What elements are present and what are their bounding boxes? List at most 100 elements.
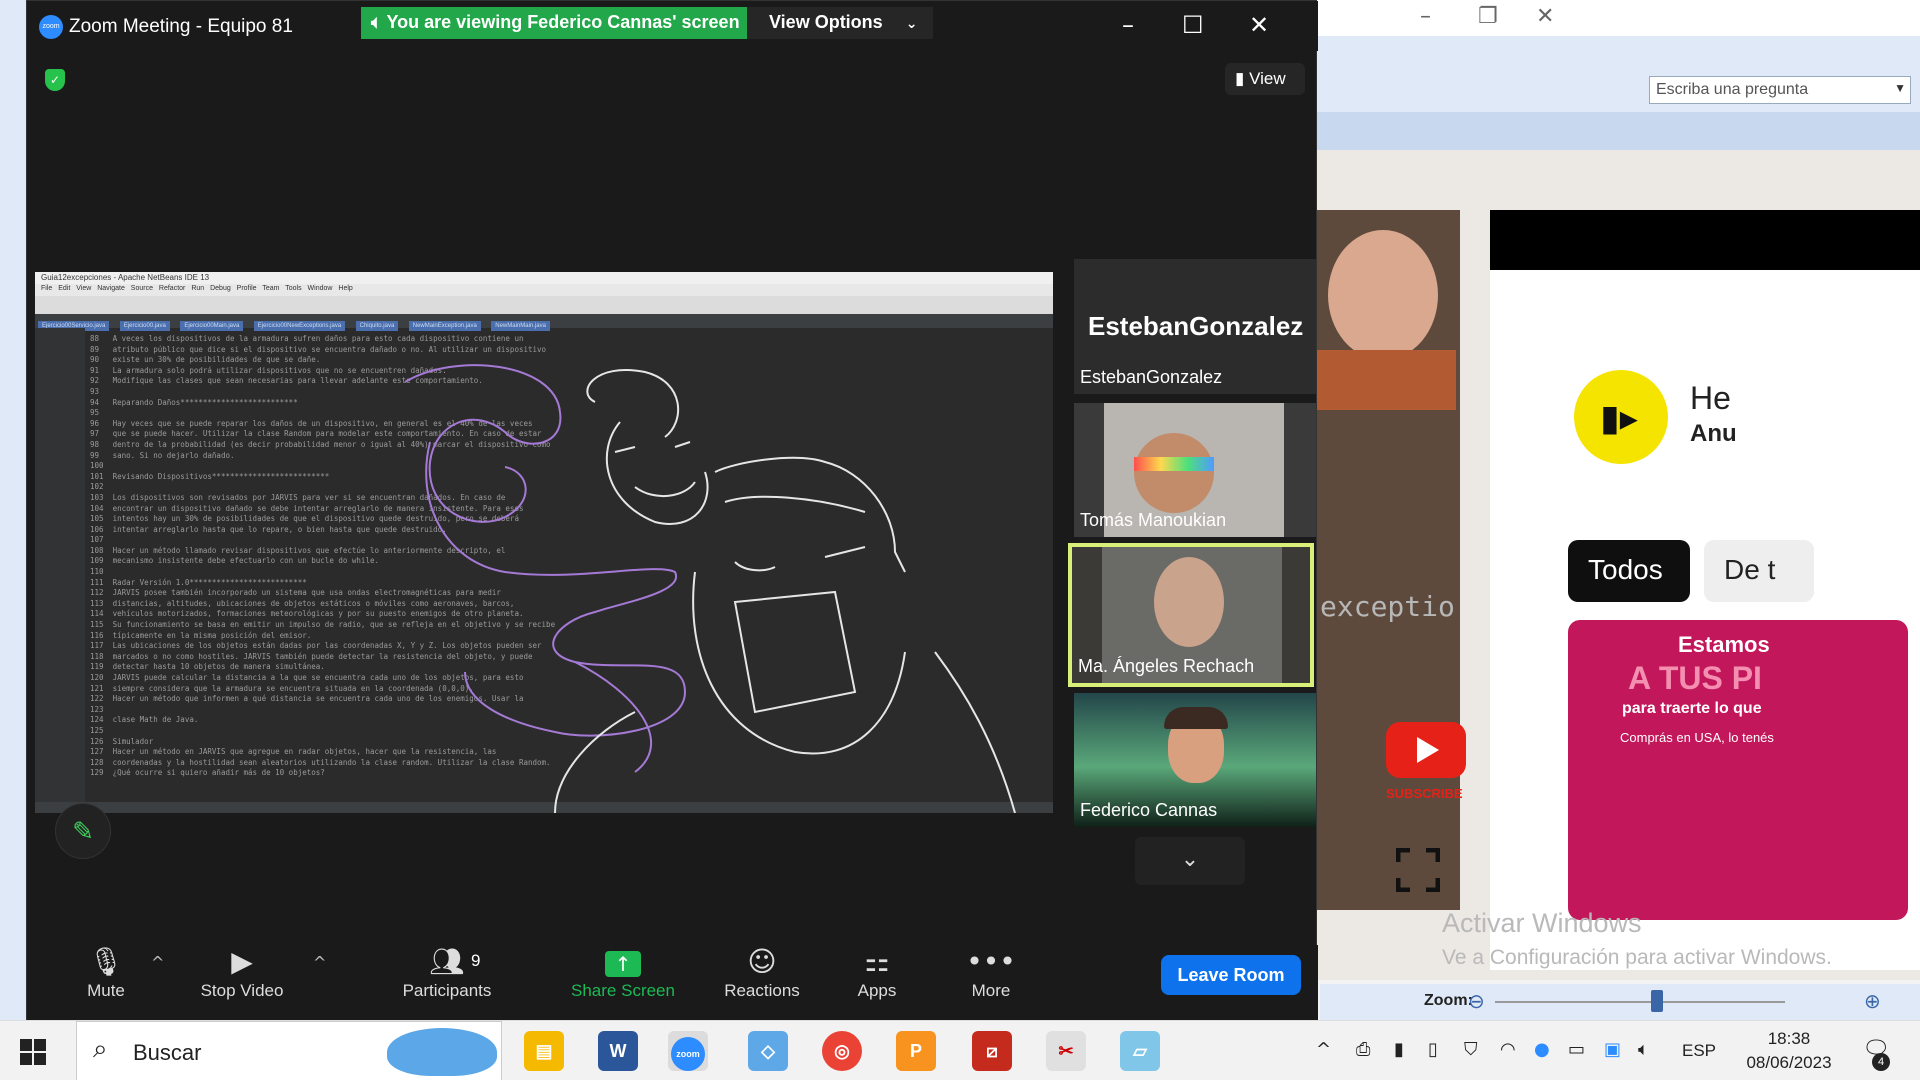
zoom-in-icon[interactable]: ⊕ bbox=[1864, 989, 1881, 1014]
snipping-tool-icon[interactable]: ✂ bbox=[1046, 1031, 1086, 1071]
file-explorer-icon[interactable]: ▤ bbox=[524, 1031, 564, 1071]
participant-name: Ma. Ángeles Rechach bbox=[1078, 656, 1255, 676]
promo-banner[interactable]: Estamos A TUS PI para traerte lo que Com… bbox=[1568, 620, 1908, 920]
reactions-button[interactable]: ☺︎ Reactions bbox=[707, 945, 817, 1001]
more-button[interactable]: ••• More bbox=[951, 945, 1031, 1001]
zoom-out-icon[interactable]: ⊖ bbox=[1468, 989, 1485, 1014]
zoom-label: Zoom: bbox=[1424, 992, 1473, 1009]
avatar-hair bbox=[1164, 707, 1228, 729]
share-screen-button[interactable]: ↑ Share Screen bbox=[563, 945, 683, 1001]
clock-date: 08/06/2023 bbox=[1746, 1053, 1832, 1072]
input-language[interactable]: ESP bbox=[1682, 1041, 1716, 1061]
close-icon[interactable]: ✕ bbox=[1536, 4, 1554, 29]
notes-app-icon[interactable]: ▱ bbox=[1120, 1031, 1160, 1071]
background-strip bbox=[1300, 112, 1920, 150]
view-layout-icon: ▮ bbox=[1235, 69, 1250, 88]
apps-icon: ⚏ bbox=[864, 945, 890, 978]
zoom-slider-track[interactable] bbox=[1495, 1001, 1785, 1003]
view-button[interactable]: ▮ View bbox=[1225, 63, 1305, 95]
security-shield-icon[interactable]: ✓ bbox=[45, 69, 65, 91]
sunglasses-icon bbox=[1134, 457, 1214, 471]
web-heading: He bbox=[1690, 380, 1731, 416]
stop-video-button[interactable]: ▶︎ Stop Video ^ bbox=[177, 945, 327, 1001]
microphone-tray-icon[interactable]: ▮ bbox=[1394, 1039, 1404, 1060]
mute-label: Mute bbox=[87, 981, 125, 1000]
wifi-icon[interactable]: ◠ bbox=[1500, 1039, 1516, 1060]
window-title: Zoom Meeting - Equipo 81 bbox=[69, 16, 293, 37]
taskbar-search-text: Buscar bbox=[133, 1040, 202, 1065]
taskbar-clock[interactable]: 18:38 08/06/2023 bbox=[1734, 1027, 1844, 1075]
zoom-logo-icon: zoom bbox=[39, 15, 63, 39]
show-hidden-icons[interactable]: ^ bbox=[1316, 1039, 1331, 1060]
network-tray-icon[interactable]: ▣ bbox=[1604, 1039, 1621, 1060]
security-tray-icon[interactable]: ⛉ bbox=[1464, 1039, 1478, 1060]
participant-tile-maangeles[interactable]: Ma. Ángeles Rechach bbox=[1068, 543, 1314, 687]
left-background-edge bbox=[0, 0, 26, 1020]
taskbar-search-box[interactable]: ⌕ Buscar bbox=[76, 1021, 502, 1080]
youtube-play-icon[interactable] bbox=[1386, 722, 1466, 778]
participant-tile-federico[interactable]: Federico Cannas bbox=[1074, 693, 1316, 827]
participant-face bbox=[1154, 557, 1224, 647]
activate-windows-subtitle: Ve a Configuración para activar Windows. bbox=[1442, 946, 1832, 969]
participants-label: Participants bbox=[402, 981, 492, 1000]
access-app-icon[interactable]: ⧄ bbox=[972, 1031, 1012, 1071]
banner-text: You are viewing Federico Cannas' screen bbox=[386, 12, 740, 32]
web-subheading: Anu bbox=[1690, 420, 1737, 447]
zoom-slider-thumb[interactable] bbox=[1651, 990, 1663, 1012]
reactions-icon: ☺︎ bbox=[747, 945, 777, 978]
close-icon[interactable]: ✕ bbox=[1249, 11, 1269, 39]
leave-room-button[interactable]: Leave Room bbox=[1161, 955, 1301, 995]
promo-line-1: Estamos bbox=[1678, 632, 1770, 657]
zoom-tray-icon[interactable]: ● bbox=[1534, 1039, 1550, 1060]
scroll-participants-button[interactable]: ⌄ bbox=[1135, 837, 1245, 885]
windows-taskbar: ⌕ Buscar ▤ W zoom ◇ ◎ P ⧄ ✂ ▱ ^ ⎙ ▮ ▯ ⛉ … bbox=[0, 1020, 1920, 1080]
search-highlight-image bbox=[387, 1028, 497, 1076]
brand-logo-mark: ▮▸ bbox=[1600, 398, 1638, 439]
pdf-app-icon[interactable]: P bbox=[896, 1031, 936, 1071]
participants-button[interactable]: 👥︎ 9 Participants bbox=[387, 945, 507, 1001]
shared-screen[interactable]: Guia12excepciones - Apache NetBeans IDE … bbox=[35, 272, 1053, 813]
apps-button[interactable]: ⚏ Apps bbox=[837, 945, 917, 1001]
participant-name: Tomás Manoukian bbox=[1080, 510, 1227, 530]
video-code-text: exceptio bbox=[1320, 590, 1455, 623]
battery-icon[interactable]: ▭ bbox=[1568, 1039, 1585, 1060]
view-options-button[interactable]: View Options ⌄ bbox=[747, 7, 933, 39]
view-options-label: View Options bbox=[769, 12, 883, 32]
meet-now-icon[interactable]: ⎙ bbox=[1356, 1039, 1370, 1060]
fullscreen-icon[interactable] bbox=[1396, 848, 1440, 892]
microphone-icon: 🎙︎ bbox=[88, 945, 124, 978]
windows-start-icon[interactable] bbox=[20, 1039, 46, 1065]
participant-face bbox=[1134, 433, 1214, 513]
annotation-drawing bbox=[404, 364, 1016, 813]
video-camera-icon: ▶︎ bbox=[231, 945, 253, 978]
participant-placeholder-name: EstebanGonzalez bbox=[1088, 311, 1304, 341]
zoom-app-icon[interactable]: zoom bbox=[668, 1031, 708, 1071]
chrome-icon[interactable]: ◎ bbox=[822, 1031, 862, 1071]
subscribe-label: SUBSCRIBE bbox=[1386, 786, 1463, 801]
speaker-icon: 🔈︎ bbox=[371, 12, 387, 32]
participant-tile-tomas[interactable]: Tomás Manoukian bbox=[1074, 403, 1316, 537]
help-search-box[interactable]: Escriba una pregunta ▼ bbox=[1649, 76, 1911, 104]
participant-tile-esteban[interactable]: EstebanGonzalez EstebanGonzalez bbox=[1074, 259, 1316, 394]
participant-name: Federico Cannas bbox=[1080, 800, 1218, 820]
word-icon[interactable]: W bbox=[598, 1031, 638, 1071]
notifications-count: 4 bbox=[1872, 1053, 1890, 1071]
chip-de[interactable]: De t bbox=[1704, 540, 1814, 602]
usb-icon[interactable]: ▯ bbox=[1428, 1039, 1438, 1060]
mute-button[interactable]: 🎙︎ Mute ^ bbox=[61, 945, 164, 1001]
chevron-up-icon[interactable]: ^ bbox=[151, 953, 164, 972]
volume-icon[interactable]: 🔈︎ bbox=[1638, 1039, 1649, 1060]
chip-todos[interactable]: Todos bbox=[1568, 540, 1690, 602]
dropdown-arrow-icon[interactable]: ▼ bbox=[1894, 81, 1906, 95]
document-zoom-bar: Zoom: ⊖ ⊕ bbox=[1320, 984, 1920, 1020]
clock-time: 18:38 bbox=[1767, 1029, 1811, 1048]
chevron-up-icon[interactable]: ^ bbox=[313, 953, 326, 972]
minimize-icon[interactable]: – bbox=[1122, 11, 1134, 39]
restore-icon[interactable]: ❐ bbox=[1478, 4, 1498, 29]
activate-windows-title: Activar Windows bbox=[1442, 908, 1642, 938]
minimize-icon[interactable]: – bbox=[1420, 4, 1431, 29]
cube-app-icon[interactable]: ◇ bbox=[748, 1031, 788, 1071]
help-search-placeholder: Escriba una pregunta bbox=[1656, 81, 1809, 98]
maximize-icon[interactable]: ☐ bbox=[1182, 11, 1204, 39]
annotate-pencil-button[interactable]: ✎ bbox=[55, 803, 111, 859]
